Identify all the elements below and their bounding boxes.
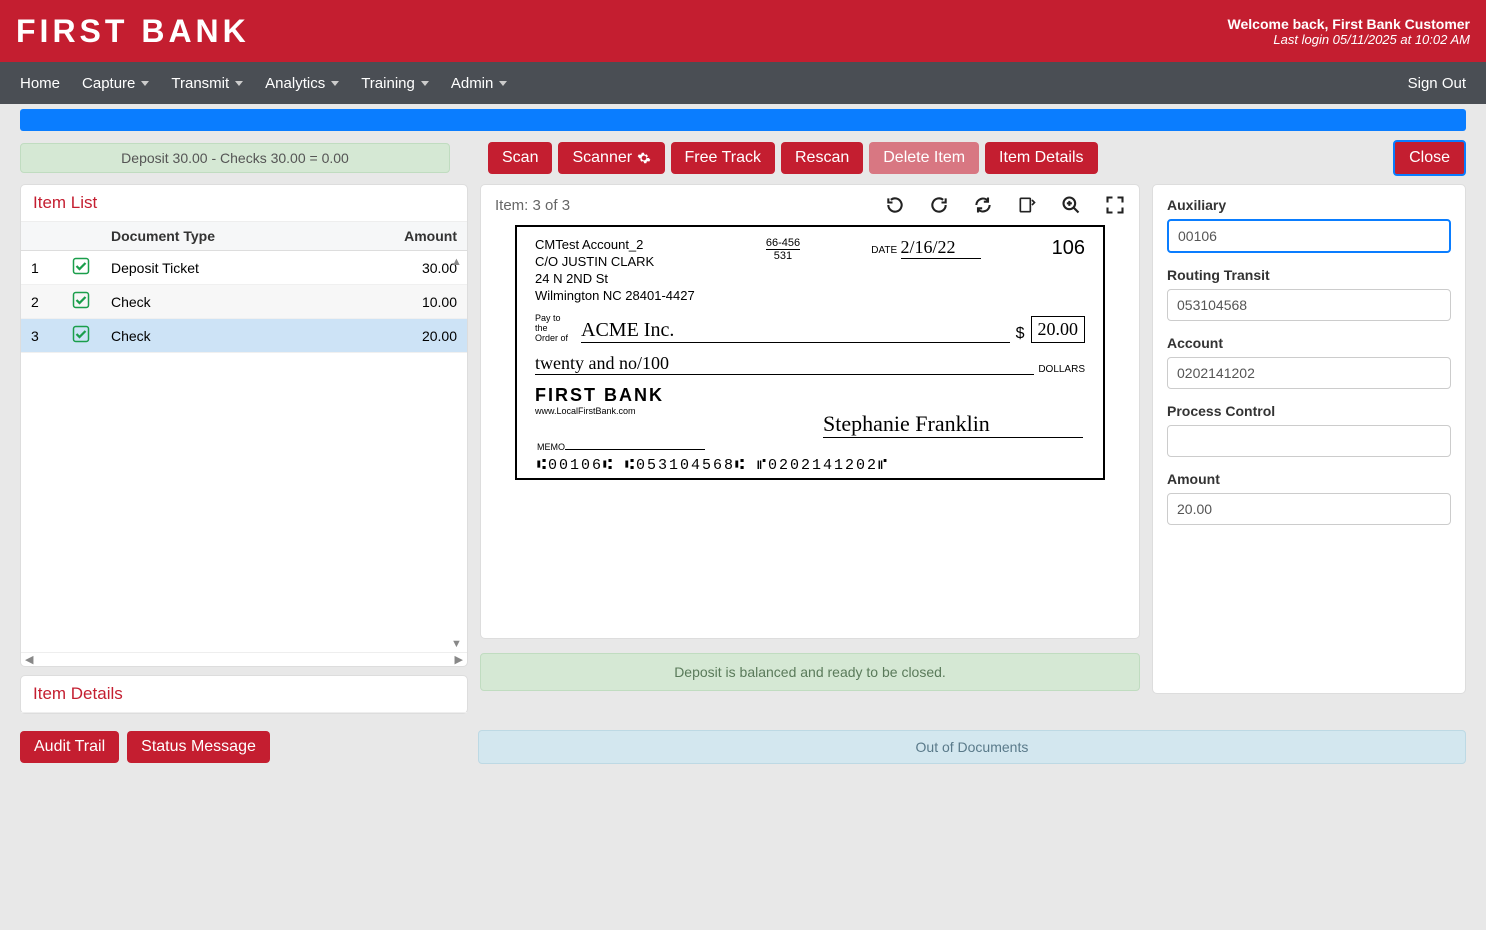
- free-track-button[interactable]: Free Track: [671, 142, 775, 174]
- account-label: Account: [1167, 335, 1451, 351]
- scanner-button[interactable]: Scanner: [558, 142, 664, 174]
- bottom-bar: Audit Trail Status Message Out of Docume…: [0, 714, 1486, 764]
- image-viewer: Item: 3 of 3 CMTest Account_2 C/O JUSTIN…: [480, 184, 1140, 639]
- check-address: CMTest Account_2 C/O JUSTIN CLARK 24 N 2…: [535, 237, 695, 305]
- balance-badge: Deposit 30.00 - Checks 30.00 = 0.00: [20, 143, 450, 173]
- audit-trail-button[interactable]: Audit Trail: [20, 731, 119, 763]
- horizontal-scrollbar[interactable]: ◀ ▶: [21, 652, 467, 666]
- table-row[interactable]: 2 Check 10.00: [21, 285, 467, 319]
- scan-button[interactable]: Scan: [488, 142, 552, 174]
- field-edit-panel: Auxiliary Routing Transit Account Proces…: [1152, 184, 1466, 694]
- check-payee: ACME Inc.: [581, 319, 1010, 343]
- fullscreen-icon[interactable]: [1105, 195, 1125, 215]
- routing-label: Routing Transit: [1167, 267, 1451, 283]
- vertical-scrollbar[interactable]: ▲ ▼: [451, 256, 465, 650]
- check-icon: [72, 257, 90, 275]
- nav-training[interactable]: Training: [361, 75, 429, 92]
- scroll-down-icon[interactable]: ▼: [451, 638, 465, 650]
- process-control-input[interactable]: [1167, 425, 1451, 457]
- nav-home[interactable]: Home: [20, 75, 60, 92]
- left-column: Item List Document Type Amount 1: [20, 184, 468, 714]
- viewer-item-count: Item: 3 of 3: [495, 197, 570, 214]
- check-icon: [72, 291, 90, 309]
- process-control-label: Process Control: [1167, 403, 1451, 419]
- check-amount-numeric: 20.00: [1031, 316, 1086, 343]
- center-column: Item: 3 of 3 CMTest Account_2 C/O JUSTIN…: [480, 184, 1140, 714]
- last-login-text: Last login 05/11/2025 at 10:02 AM: [1228, 32, 1470, 47]
- item-details-panel: Item Details: [20, 675, 468, 714]
- nav-analytics[interactable]: Analytics: [265, 75, 339, 92]
- navbar: Home Capture Transmit Analytics Training…: [0, 62, 1486, 104]
- status-message-button[interactable]: Status Message: [127, 731, 270, 763]
- gear-icon: [637, 151, 651, 165]
- pay-to-label: Pay to the Order of: [535, 313, 575, 343]
- col-status: [61, 222, 101, 251]
- zoom-icon[interactable]: [1061, 195, 1081, 215]
- viewer-toolbar: [885, 195, 1125, 215]
- check-image: CMTest Account_2 C/O JUSTIN CLARK 24 N 2…: [515, 225, 1105, 480]
- nav-left: Home Capture Transmit Analytics Training…: [20, 75, 507, 92]
- check-number: 106: [1052, 237, 1085, 305]
- scroll-up-icon[interactable]: ▲: [451, 256, 465, 268]
- header-user-info: Welcome back, First Bank Customer Last l…: [1228, 16, 1470, 47]
- auxiliary-input[interactable]: [1167, 219, 1451, 253]
- balanced-message: Deposit is balanced and ready to be clos…: [480, 653, 1140, 691]
- routing-input[interactable]: [1167, 289, 1451, 321]
- check-bank-logo: FIRST BANK: [535, 385, 1085, 406]
- nav-transmit[interactable]: Transmit: [171, 75, 243, 92]
- item-details-button[interactable]: Item Details: [985, 142, 1097, 174]
- col-amount: Amount: [377, 222, 467, 251]
- main-content: Item List Document Type Amount 1: [0, 184, 1486, 714]
- delete-item-button[interactable]: Delete Item: [869, 142, 979, 174]
- sign-out-link[interactable]: Sign Out: [1408, 75, 1466, 92]
- col-doctype: Document Type: [101, 222, 377, 251]
- item-list-title: Item List: [21, 185, 467, 222]
- item-details-title: Item Details: [21, 676, 467, 713]
- auxiliary-label: Auxiliary: [1167, 197, 1451, 213]
- check-signature: Stephanie Franklin: [823, 411, 1083, 438]
- check-routing-fraction: 66-456 531: [766, 237, 800, 305]
- caret-down-icon: [421, 81, 429, 86]
- nav-admin[interactable]: Admin: [451, 75, 508, 92]
- notification-bar: [20, 109, 1466, 131]
- rescan-button[interactable]: Rescan: [781, 142, 863, 174]
- flip-icon[interactable]: [1017, 195, 1037, 215]
- bank-logo: FIRST BANK: [16, 13, 250, 50]
- table-row[interactable]: 1 Deposit Ticket 30.00: [21, 251, 467, 285]
- rotate-right-icon[interactable]: [929, 195, 949, 215]
- amount-label: Amount: [1167, 471, 1451, 487]
- scroll-right-icon[interactable]: ▶: [455, 653, 463, 666]
- out-of-documents-status: Out of Documents: [478, 730, 1466, 764]
- item-table[interactable]: Document Type Amount 1 Deposit Ticket 30…: [21, 222, 467, 353]
- check-micr: ⑆00106⑆ ⑆053104568⑆ ⑈0202141202⑈: [537, 457, 1083, 474]
- welcome-text: Welcome back, First Bank Customer: [1228, 16, 1470, 32]
- amount-input[interactable]: [1167, 493, 1451, 525]
- account-input[interactable]: [1167, 357, 1451, 389]
- check-memo: MEMO: [537, 442, 705, 452]
- nav-capture[interactable]: Capture: [82, 75, 149, 92]
- check-amount-words: twenty and no/100: [535, 353, 1034, 375]
- caret-down-icon: [499, 81, 507, 86]
- close-button[interactable]: Close: [1393, 140, 1466, 176]
- header: FIRST BANK Welcome back, First Bank Cust…: [0, 0, 1486, 62]
- col-number: [21, 222, 61, 251]
- caret-down-icon: [141, 81, 149, 86]
- toolbar: Deposit 30.00 - Checks 30.00 = 0.00 Scan…: [0, 136, 1486, 184]
- refresh-icon[interactable]: [973, 195, 993, 215]
- check-icon: [72, 325, 90, 343]
- check-date-block: DATE 2/16/22: [871, 237, 980, 305]
- item-list-panel: Item List Document Type Amount 1: [20, 184, 468, 667]
- caret-down-icon: [331, 81, 339, 86]
- caret-down-icon: [235, 81, 243, 86]
- table-row-selected[interactable]: 3 Check 20.00: [21, 319, 467, 353]
- rotate-left-icon[interactable]: [885, 195, 905, 215]
- scroll-left-icon[interactable]: ◀: [25, 653, 33, 666]
